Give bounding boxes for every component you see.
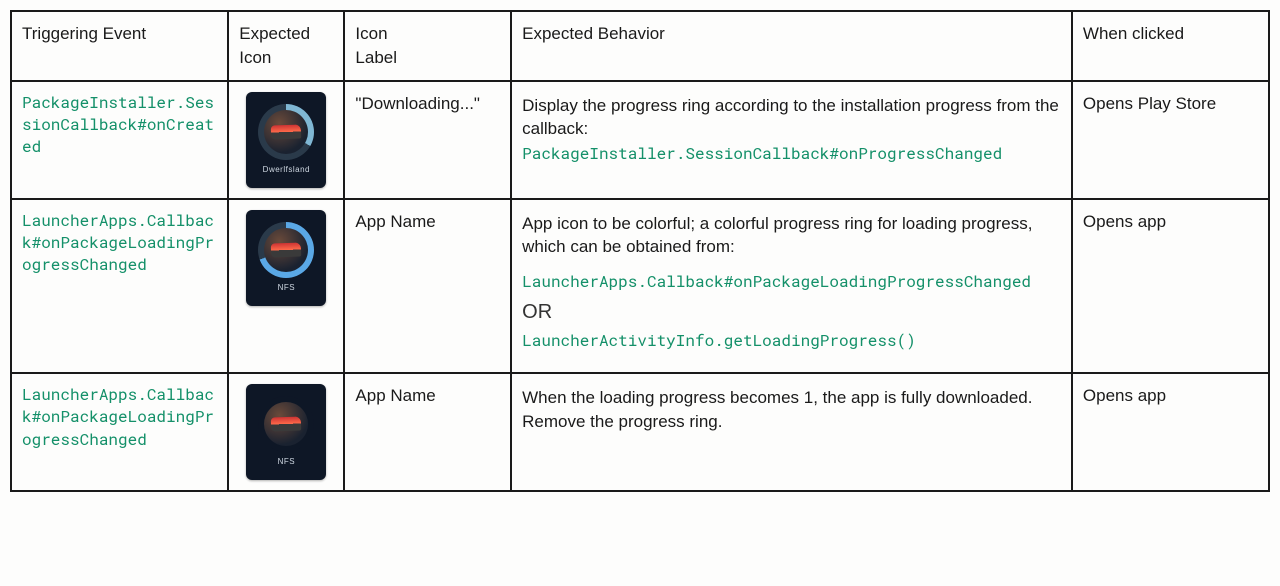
- progress-ring-icon: [258, 222, 314, 278]
- cell-trigger: LauncherApps.Callback#onPackageLoadingPr…: [11, 373, 228, 491]
- behavior-pre-text: App icon to be colorful; a colorful prog…: [522, 212, 1061, 260]
- table-row: LauncherApps.Callback#onPackageLoadingPr…: [11, 373, 1269, 491]
- cell-when-clicked: Opens app: [1072, 199, 1269, 373]
- progress-ring-icon: [258, 396, 314, 452]
- cell-trigger: PackageInstaller.SessionCallback#onCreat…: [11, 81, 228, 199]
- col-icon-label: Icon Label: [344, 11, 511, 81]
- cell-behavior: Display the progress ring according to t…: [511, 81, 1072, 199]
- app-icon-preview: NFS: [246, 384, 326, 480]
- app-icon-preview: NFS: [246, 210, 326, 306]
- cell-icon-label: App Name: [344, 199, 511, 373]
- cell-icon: NFS: [228, 373, 344, 491]
- cell-when-clicked: Opens app: [1072, 373, 1269, 491]
- cell-when-clicked: Opens Play Store: [1072, 81, 1269, 199]
- col-expected-icon: Expected Icon: [228, 11, 344, 81]
- cell-behavior: When the loading progress becomes 1, the…: [511, 373, 1072, 491]
- table-row: PackageInstaller.SessionCallback#onCreat…: [11, 81, 1269, 199]
- col-expected-behavior: Expected Behavior: [511, 11, 1072, 81]
- behavior-code-alt: LauncherActivityInfo.getLoadingProgress(…: [522, 330, 1061, 352]
- behavior-pre-text: When the loading progress becomes 1, the…: [522, 386, 1061, 434]
- trigger-code: LauncherApps.Callback#onPackageLoadingPr…: [22, 384, 217, 451]
- cell-icon-label: App Name: [344, 373, 511, 491]
- icon-caption: NFS: [278, 282, 296, 293]
- col-triggering-event: Triggering Event: [11, 11, 228, 81]
- trigger-code: LauncherApps.Callback#onPackageLoadingPr…: [22, 210, 217, 277]
- cell-icon: Dwerlfsland: [228, 81, 344, 199]
- cell-trigger: LauncherApps.Callback#onPackageLoadingPr…: [11, 199, 228, 373]
- icon-caption: NFS: [278, 456, 296, 467]
- progress-ring-icon: [258, 104, 314, 160]
- icon-caption: Dwerlfsland: [263, 164, 310, 175]
- cell-icon-label: "Downloading...": [344, 81, 511, 199]
- launcher-icon-states-table: Triggering Event Expected Icon Icon Labe…: [10, 10, 1270, 492]
- cell-icon: NFS: [228, 199, 344, 373]
- table-row: LauncherApps.Callback#onPackageLoadingPr…: [11, 199, 1269, 373]
- behavior-pre-text: Display the progress ring according to t…: [522, 94, 1061, 142]
- app-icon-preview: Dwerlfsland: [246, 92, 326, 188]
- behavior-or: OR: [522, 298, 1061, 326]
- col-when-clicked: When clicked: [1072, 11, 1269, 81]
- cell-behavior: App icon to be colorful; a colorful prog…: [511, 199, 1072, 373]
- behavior-code: LauncherApps.Callback#onPackageLoadingPr…: [522, 271, 1061, 293]
- trigger-code: PackageInstaller.SessionCallback#onCreat…: [22, 92, 217, 159]
- behavior-code: PackageInstaller.SessionCallback#onProgr…: [522, 143, 1061, 165]
- table-header-row: Triggering Event Expected Icon Icon Labe…: [11, 11, 1269, 81]
